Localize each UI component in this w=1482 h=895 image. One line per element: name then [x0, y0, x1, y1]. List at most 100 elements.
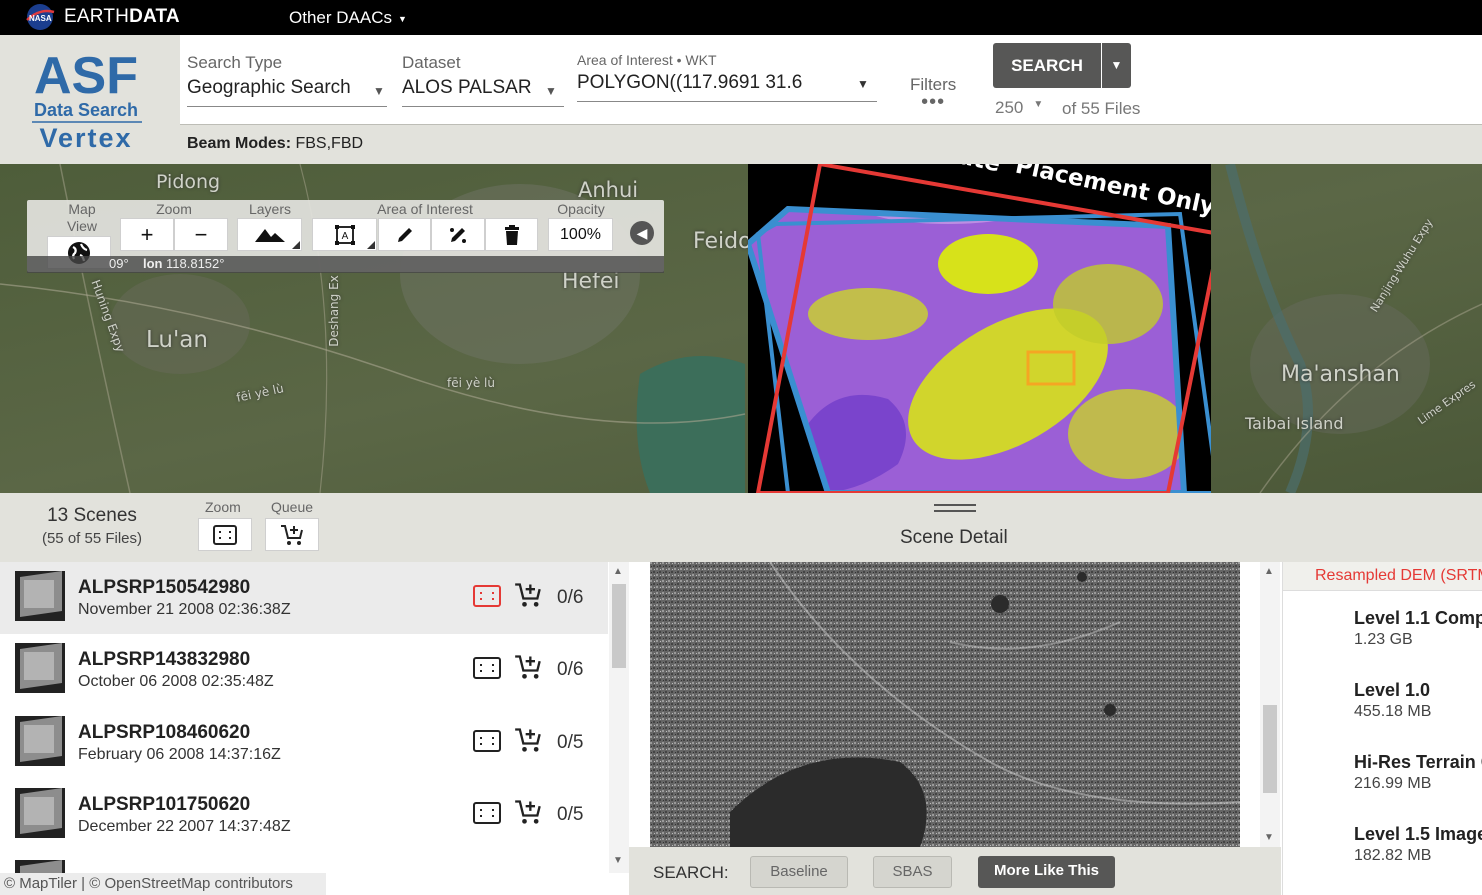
aoi-input[interactable]: Area of Interest • WKT POLYGON((117.9691…: [577, 52, 877, 102]
logo-line3: Vertex: [39, 123, 132, 153]
zoom-to-results-button[interactable]: [198, 518, 252, 551]
search-options-button[interactable]: ▼: [1102, 43, 1131, 88]
draw-aoi-button[interactable]: [378, 218, 431, 251]
scene-row-partial[interactable]: [0, 852, 608, 873]
map-label-anhui: Anhui: [578, 178, 639, 202]
aoi-value: POLYGON((117.9691 31.6: [577, 72, 803, 93]
add-to-queue-button[interactable]: [514, 799, 542, 832]
files-panel-header[interactable]: Resampled DEM (SRTM): [1283, 562, 1482, 591]
queued-file-count: 0/5: [557, 732, 584, 753]
zoom-to-scene-button[interactable]: [473, 657, 501, 679]
dropdown-arrow-icon: ▼: [373, 84, 385, 98]
scene-row[interactable]: ALPSRP143832980 October 06 2008 02:35:48…: [0, 634, 608, 706]
layers-button[interactable]: [237, 218, 302, 251]
scene-thumbnail: [15, 788, 65, 838]
add-to-queue-button[interactable]: [514, 654, 542, 687]
file-item[interactable]: Level 1.1 Complex 1.23 GB: [1354, 608, 1482, 649]
other-daacs-menu[interactable]: Other DAACs ▼: [289, 8, 407, 28]
file-size: 1.23 GB: [1354, 631, 1413, 648]
scene-date: October 06 2008 02:35:48Z: [78, 673, 274, 690]
search-type-label: Search Type: [187, 53, 283, 72]
max-results-select[interactable]: 250 ▼: [995, 98, 1043, 118]
map-label-pidong: Pidong: [156, 171, 221, 193]
clear-aoi-button[interactable]: [485, 218, 538, 251]
opacity-label: Opacity: [557, 201, 605, 217]
minus-icon: −: [194, 221, 208, 247]
caret-down-icon: ▼: [1110, 58, 1123, 72]
file-name: Level 1.5 Image: [1354, 824, 1482, 844]
caret-down-icon: ▼: [397, 13, 407, 24]
scene-list-scrollbar[interactable]: ▲ ▼: [609, 562, 629, 873]
search-header: ASF Data Search Vertex Search Type Geogr…: [0, 35, 1482, 164]
zoom-in-button[interactable]: +: [120, 218, 174, 251]
longitude-label: lon: [143, 256, 163, 271]
scroll-down-icon[interactable]: ▼: [613, 855, 623, 866]
scene-date: December 22 2007 14:37:48Z: [78, 818, 291, 835]
earthdata-bar: NASA EARTHDATA Other DAACs ▼: [0, 0, 1482, 35]
dropdown-arrow-icon: ▼: [545, 84, 557, 98]
svg-text:A: A: [341, 231, 348, 242]
map-attribution[interactable]: © MapTiler | © OpenStreetMap contributor…: [0, 873, 326, 895]
scene-count-label: 13 Scenes: [47, 505, 137, 526]
add-to-queue-button[interactable]: [514, 727, 542, 760]
scene-name: ALPSRP143832980: [78, 649, 251, 670]
add-to-queue-button[interactable]: [514, 582, 542, 615]
vertex-logo[interactable]: ASF Data Search Vertex: [0, 35, 180, 164]
zoom-to-scene-button[interactable]: [473, 802, 501, 824]
scrollbar-thumb[interactable]: [1263, 705, 1277, 793]
earthdata-brand-prefix: EARTH: [64, 6, 130, 27]
beam-modes-summary[interactable]: Beam Modes: FBS,FBD: [187, 135, 363, 153]
more-dots-icon: •••: [921, 91, 946, 113]
file-size: 216.99 MB: [1354, 775, 1432, 792]
zoom-all-label: Zoom: [205, 499, 241, 515]
baseline-search-button[interactable]: Baseline: [750, 856, 848, 888]
earthdata-brand[interactable]: EARTHDATA: [64, 6, 180, 28]
mountains-icon: [254, 228, 285, 242]
scroll-up-icon[interactable]: ▲: [613, 566, 623, 577]
cart-add-icon: [515, 728, 541, 752]
results-header-bar: 13 Scenes (55 of 55 Files) Zoom Queue Sc…: [0, 493, 1482, 562]
scene-name: ALPSRP101750620: [78, 794, 251, 815]
nasa-meatball-icon[interactable]: NASA: [24, 2, 56, 32]
opacity-input[interactable]: 100%: [548, 218, 613, 251]
scene-detail-scrollbar[interactable]: ▲ ▼: [1260, 562, 1280, 847]
file-item[interactable]: Level 1.5 Image 182.82 MB: [1354, 824, 1482, 865]
zoom-to-scene-button[interactable]: [473, 585, 501, 607]
file-item[interactable]: Hi-Res Terrain Corrected 216.99 MB: [1354, 752, 1482, 793]
aoi-import-button[interactable]: A: [312, 218, 377, 251]
zoom-out-button[interactable]: −: [174, 218, 228, 251]
scene-row[interactable]: ALPSRP150542980 November 21 2008 02:36:3…: [0, 562, 608, 634]
import-shape-icon: A: [334, 224, 355, 245]
placement-watermark: Placement Only: [1013, 164, 1211, 220]
logo-line2: Data Search: [34, 100, 138, 120]
sar-browse-image: ate Placement Only: [744, 164, 1223, 493]
queued-file-count: 0/6: [557, 659, 584, 680]
map-label-maanshan: Ma'anshan: [1281, 362, 1400, 387]
more-like-this-button[interactable]: More Like This: [978, 856, 1115, 888]
scroll-up-icon[interactable]: ▲: [1264, 566, 1274, 577]
aoi-options-icon[interactable]: ▼: [857, 77, 869, 91]
scene-files-panel: Resampled DEM (SRTM) Level 1.1 Complex 1…: [1282, 562, 1482, 895]
scene-browse-image[interactable]: [650, 562, 1240, 847]
cart-add-icon: [281, 524, 303, 545]
aoi-tools-label: Area of Interest: [377, 201, 473, 217]
queue-all-button[interactable]: [265, 518, 319, 551]
scrollbar-thumb[interactable]: [612, 584, 626, 668]
filters-button[interactable]: Filters •••: [910, 75, 956, 113]
collapse-toolbar-button[interactable]: ◀: [630, 221, 654, 245]
map-label-taibai-island: Taibai Island: [1245, 414, 1344, 433]
file-item[interactable]: Level 1.0 455.18 MB: [1354, 680, 1431, 721]
sbas-search-button[interactable]: SBAS: [873, 856, 952, 888]
scene-row[interactable]: ALPSRP101750620 December 22 2007 14:37:4…: [0, 779, 608, 851]
longitude-value: 118.8152°: [166, 256, 225, 271]
zoom-to-scene-button[interactable]: [473, 730, 501, 752]
dataset-dropdown[interactable]: Dataset ALOS PALSAR ▼: [402, 53, 564, 107]
search-button[interactable]: SEARCH: [993, 43, 1101, 88]
scene-thumbnail: [15, 716, 65, 766]
search-type-dropdown[interactable]: Search Type Geographic Search ▼: [187, 53, 387, 107]
map-view[interactable]: Pidong Anhui Feido Hefei Lu'an fēi yè lù…: [0, 164, 1482, 493]
panel-resize-handle[interactable]: [934, 504, 976, 512]
edit-aoi-button[interactable]: [431, 218, 485, 251]
scroll-down-icon[interactable]: ▼: [1264, 832, 1274, 843]
scene-row[interactable]: ALPSRP108460620 February 06 2008 14:37:1…: [0, 707, 608, 779]
